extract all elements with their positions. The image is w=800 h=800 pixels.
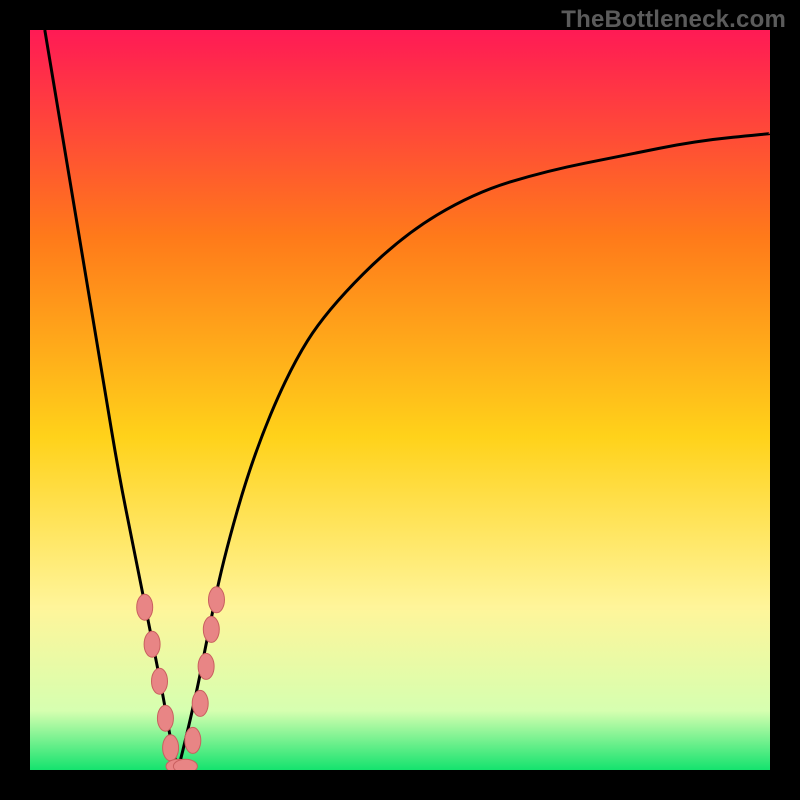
plot-area bbox=[30, 30, 770, 770]
watermark-text: TheBottleneck.com bbox=[561, 6, 786, 34]
valley-marker bbox=[208, 587, 224, 613]
valley-marker bbox=[163, 735, 179, 761]
valley-marker bbox=[144, 631, 160, 657]
valley-marker bbox=[157, 705, 173, 731]
valley-marker bbox=[198, 653, 214, 679]
bottleneck-curve-chart bbox=[30, 30, 770, 770]
valley-marker bbox=[185, 727, 201, 753]
valley-marker bbox=[137, 594, 153, 620]
gradient-background bbox=[30, 30, 770, 770]
valley-marker bbox=[192, 690, 208, 716]
valley-marker bbox=[203, 616, 219, 642]
valley-marker bbox=[152, 668, 168, 694]
valley-marker bbox=[173, 759, 197, 770]
outer-black-frame: TheBottleneck.com bbox=[0, 0, 800, 800]
